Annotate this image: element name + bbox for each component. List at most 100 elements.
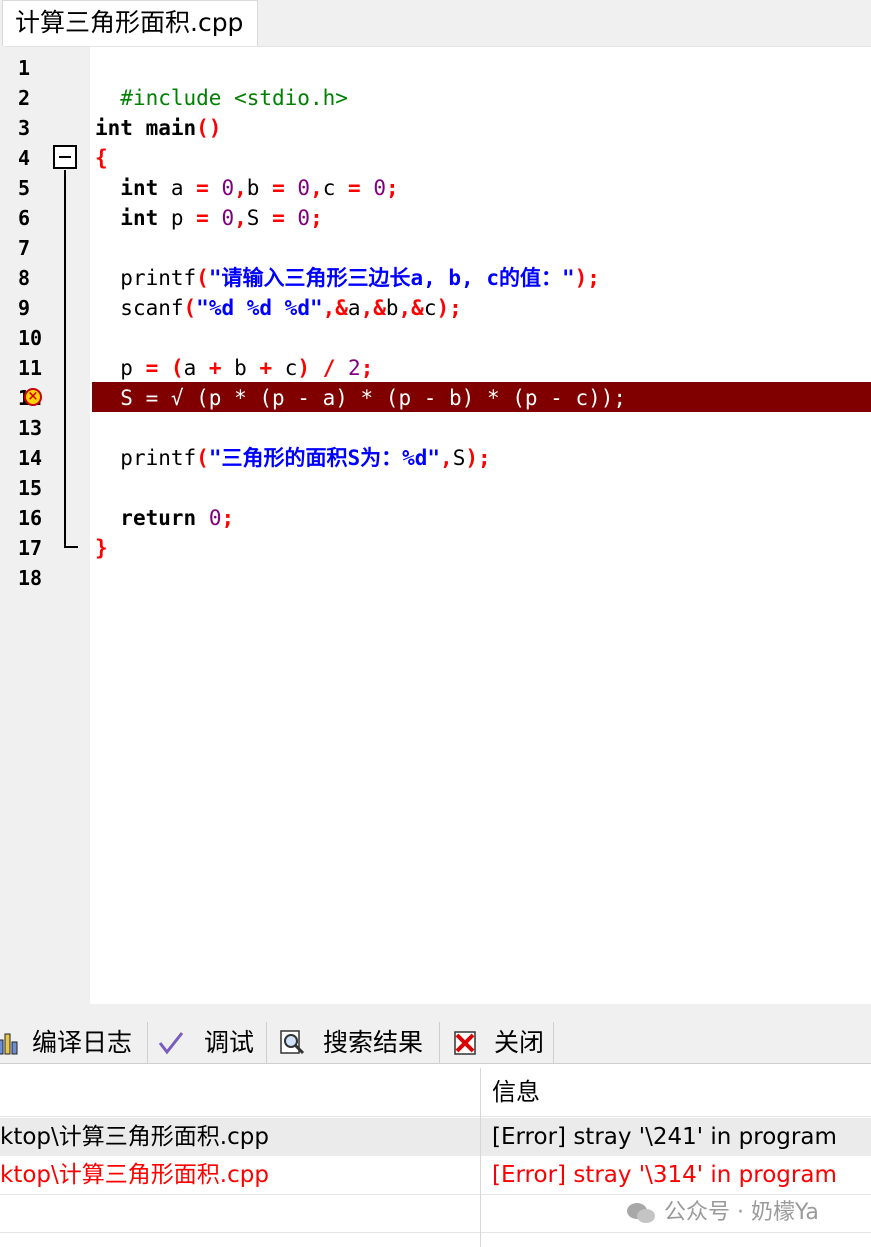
line-number: 10 xyxy=(18,326,43,350)
operator: / xyxy=(322,356,336,380)
tab-search-results[interactable]: 搜索结果 xyxy=(267,1022,440,1064)
paren: ( xyxy=(183,296,197,320)
tab-debug[interactable]: 调试 xyxy=(148,1022,267,1064)
paren: ( xyxy=(196,446,209,470)
fold-collapse-icon[interactable] xyxy=(53,145,77,169)
line-number: 11 xyxy=(18,356,43,380)
identifier: a xyxy=(347,296,361,320)
code-line-4: { xyxy=(95,143,108,173)
code-line-1: #include <stdio.h> xyxy=(95,53,348,110)
error-marker-icon[interactable]: × xyxy=(24,388,42,406)
fold-guide-line xyxy=(64,170,66,548)
identifier: c xyxy=(322,176,349,200)
column-header-info[interactable]: 信息 xyxy=(492,1068,540,1116)
file-cell: ktop\计算三角形面积.cpp xyxy=(0,1124,269,1150)
code-line-8: printf("请输入三角形三边长a, b, c的值："); xyxy=(95,263,600,293)
paren: ) xyxy=(297,356,311,380)
identifier: p xyxy=(120,356,146,380)
identifier: a xyxy=(183,356,209,380)
number: 0 xyxy=(221,176,235,200)
code-line-17: } xyxy=(95,533,108,563)
brace: } xyxy=(95,536,108,560)
bar-chart-icon xyxy=(0,1033,18,1055)
row-divider xyxy=(0,1194,871,1195)
operator: ; xyxy=(221,506,235,530)
operator: = xyxy=(272,176,285,200)
row-divider xyxy=(0,1232,871,1233)
line-number: 15 xyxy=(18,476,43,500)
line-number: 3 xyxy=(18,116,31,140)
error-code-text: S = √ (p * (p - a) * (p - b) * (p - c)); xyxy=(120,386,627,410)
message-cell: [Error] stray '\241' in program xyxy=(492,1124,837,1150)
editor-tab-strip: 计算三角形面积.cpp xyxy=(0,0,871,46)
operator: = xyxy=(196,176,209,200)
line-number: 18 xyxy=(18,566,43,590)
operator: ; xyxy=(310,206,323,230)
line-number: 17 xyxy=(18,536,43,560)
fold-guide-end xyxy=(64,546,78,548)
identifier: S xyxy=(452,446,466,470)
identifier: b xyxy=(246,176,273,200)
line-number: 13 xyxy=(18,416,43,440)
close-x-icon xyxy=(454,1031,476,1055)
function-name: main xyxy=(132,116,197,140)
bottom-panel-tabs: 编译日志 调试 搜索结果 关闭 xyxy=(0,1022,871,1064)
keyword: return xyxy=(120,506,197,530)
operator: ; xyxy=(385,176,399,200)
operator: ; xyxy=(360,356,374,380)
paren: ); xyxy=(574,266,600,290)
line-number: 7 xyxy=(18,236,31,260)
table-row[interactable]: ktop\计算三角形面积.cpp [Error] stray '\314' in… xyxy=(0,1156,871,1194)
identifier: b xyxy=(221,356,260,380)
header-divider xyxy=(0,1116,871,1117)
tab-label: 关闭 xyxy=(494,1028,545,1057)
identifier: c xyxy=(272,356,298,380)
tab-compile-log[interactable]: 编译日志 xyxy=(0,1022,148,1064)
operator: = xyxy=(196,206,209,230)
operator: = xyxy=(145,356,159,380)
number: 0 xyxy=(297,206,311,230)
code-line-12-error: S = √ (p * (p - a) * (p - b) * (p - c)); xyxy=(95,383,626,413)
identifier: b xyxy=(385,296,399,320)
wechat-icon xyxy=(627,1203,655,1223)
magnifier-icon xyxy=(280,1030,305,1055)
code-line-14: printf("三角形的面积S为：%d",S); xyxy=(95,443,490,473)
tab-close[interactable]: 关闭 xyxy=(440,1022,554,1064)
code-line-9: scanf("%d %d %d",&a,&b,&c); xyxy=(95,293,462,323)
tab-label: 编译日志 xyxy=(32,1028,133,1057)
function-call: printf xyxy=(120,266,197,290)
paren: ); xyxy=(436,296,462,320)
number: 0 xyxy=(221,206,235,230)
operator: + xyxy=(259,356,273,380)
string-literal: "请输入三角形三边长a, b, c的值：" xyxy=(208,266,575,290)
paren: ( xyxy=(170,356,184,380)
line-number: 8 xyxy=(18,266,31,290)
line-number: 4 xyxy=(18,146,31,170)
code-line-11: p = (a + b + c) / 2; xyxy=(95,353,373,383)
identifier: c xyxy=(423,296,437,320)
file-tab[interactable]: 计算三角形面积.cpp xyxy=(2,0,258,46)
column-divider[interactable] xyxy=(480,1068,481,1247)
identifier: a xyxy=(158,176,197,200)
line-number: 1 xyxy=(18,56,31,80)
operator: = xyxy=(272,206,285,230)
line-number: 2 xyxy=(18,86,31,110)
preprocessor-directive: #include <stdio.h> xyxy=(120,86,348,110)
watermark-text: 公众号 · 奶檬Ya xyxy=(664,1200,819,1225)
watermark: 公众号 · 奶檬Ya xyxy=(626,1196,819,1230)
code-line-6: int p = 0,S = 0; xyxy=(95,203,323,233)
table-row[interactable]: ktop\计算三角形面积.cpp [Error] stray '\241' in… xyxy=(0,1118,871,1156)
keyword: int xyxy=(95,116,133,140)
identifier: p xyxy=(158,206,197,230)
operator: = xyxy=(348,176,361,200)
function-call: scanf xyxy=(120,296,184,320)
number: 0 xyxy=(373,176,386,200)
tab-label: 搜索结果 xyxy=(323,1028,424,1057)
